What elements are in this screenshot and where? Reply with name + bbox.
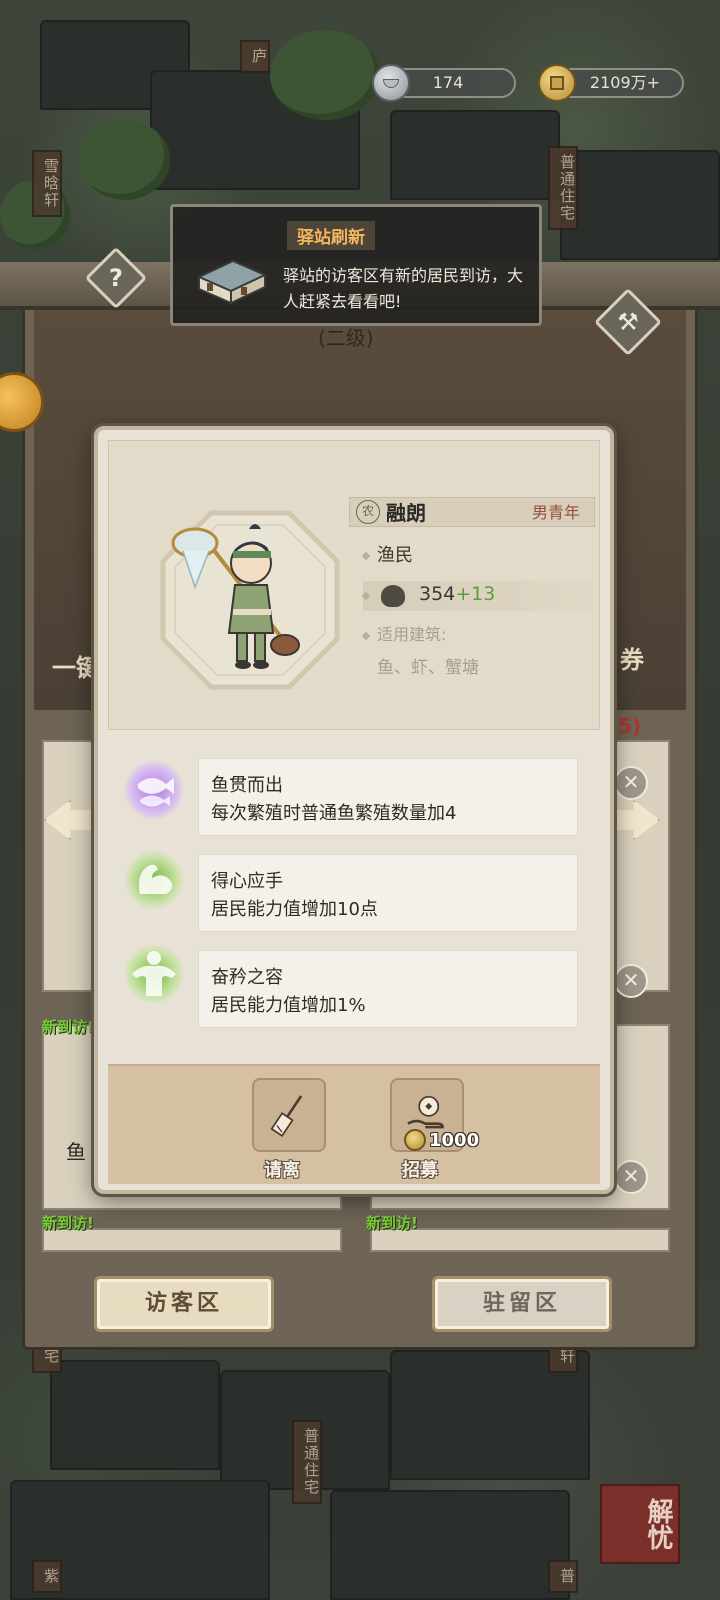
resident-info-panel: 农 融朗 男青年 渔民 354+13 适用建筑: 鱼、虾、蟹塘: [108, 440, 600, 730]
new-visitor-tag: 新到访!: [366, 1214, 418, 1232]
new-visitor-tag: 新到访!: [42, 1214, 94, 1232]
recruit-cost: 1000: [404, 1128, 479, 1152]
resident-type: 男青年: [531, 503, 580, 522]
tab-visitor-area[interactable]: 访客区: [94, 1276, 274, 1332]
voucher-button-peek[interactable]: 券: [620, 640, 644, 675]
one-click-button-peek[interactable]: 一键: [52, 648, 100, 683]
map-sign[interactable]: 普通住宅: [548, 146, 578, 230]
resident-portrait: [160, 510, 340, 690]
map-building: [50, 1360, 220, 1470]
visitor-occupation-fragment: 鱼: [66, 1140, 86, 1164]
bullet-icon: [361, 551, 371, 561]
fish-icon: [124, 760, 184, 820]
question-icon: ?: [109, 264, 123, 292]
visitor-count-fragment: 5): [618, 714, 642, 738]
recruit-label: 招募: [402, 1160, 438, 1181]
map-tree: [270, 30, 380, 120]
notification-title: 驿站刷新: [287, 221, 375, 250]
map-sign[interactable]: 庐: [240, 40, 270, 73]
map-sign[interactable]: 普: [548, 1560, 578, 1593]
broom-icon: [270, 1095, 303, 1138]
skill-card[interactable]: 奋矜之容 居民能力值增加1%: [198, 950, 578, 1028]
skill-name: 奋矜之容: [211, 967, 283, 988]
skill-name: 得心应手: [211, 871, 283, 892]
resident-power-row: 354+13: [361, 581, 595, 611]
bullet-icon: [361, 591, 371, 601]
suitable-building-label: 适用建筑:: [361, 621, 447, 645]
station-level: (二级): [318, 326, 374, 350]
strength-icon: [381, 585, 405, 607]
body-muscle-icon: [124, 944, 184, 1004]
tab-stay-area[interactable]: 驻留区: [432, 1276, 612, 1332]
resident-detail-modal: 农 融朗 男青年 渔民 354+13 适用建筑: 鱼、虾、蟹塘 鱼贯而出 每次繁…: [94, 426, 614, 1194]
coin-counter[interactable]: 2109万+: [538, 64, 684, 102]
skill-description: 居民能力值增加10点: [211, 899, 378, 920]
resident-action-bar: 请离 1000 招募: [108, 1064, 600, 1184]
occupation-label: 渔民: [377, 545, 413, 566]
map-tree: [80, 120, 170, 200]
skill-name: 鱼贯而出: [211, 775, 283, 796]
silver-amount: 174: [432, 73, 464, 92]
copper-coin-icon: [404, 1129, 426, 1151]
resident-name-strip: 农 融朗 男青年: [349, 497, 595, 527]
power-base: 354: [419, 583, 456, 605]
skill-card[interactable]: 鱼贯而出 每次繁殖时普通鱼繁殖数量加4: [198, 758, 578, 836]
suitable-building-value: 鱼、虾、蟹塘: [377, 658, 479, 678]
new-visitor-tag: 新到访!: [42, 1018, 94, 1036]
dismiss-button[interactable]: [252, 1078, 326, 1152]
close-icon[interactable]: ✕: [614, 1160, 648, 1194]
relieve-worries-button[interactable]: 解忧: [600, 1484, 680, 1564]
power-bonus: +13: [455, 583, 496, 605]
map-building: [330, 1490, 570, 1600]
silver-counter[interactable]: 174: [372, 64, 516, 102]
coin-amount: 2109万+: [589, 73, 661, 92]
map-sign[interactable]: 普通住宅: [292, 1420, 322, 1504]
close-icon[interactable]: ✕: [614, 964, 648, 998]
map-building: [390, 110, 560, 200]
suitable-label-text: 适用建筑:: [377, 625, 447, 644]
skill-description: 每次繁殖时普通鱼繁殖数量加4: [211, 803, 457, 824]
arm-muscle-icon: [124, 850, 184, 910]
bullet-icon: [361, 631, 371, 640]
notification-message: 驿站的访客区有新的居民到访，大人赶紧去看看吧!: [283, 266, 524, 311]
notification-banner[interactable]: 驿站刷新 驿站的访客区有新的居民到访，大人赶紧去看看吧!: [170, 204, 542, 326]
resident-name: 融朗: [386, 501, 426, 525]
farmer-class-badge: 农: [356, 500, 380, 524]
close-icon[interactable]: ✕: [614, 766, 648, 800]
dismiss-label: 请离: [264, 1160, 300, 1181]
hammer-icon: ⚒: [617, 308, 639, 336]
map-sign[interactable]: 紫: [32, 1560, 62, 1593]
copper-coin-icon: [538, 64, 576, 102]
silver-ingot-icon: [372, 64, 410, 102]
map-building: [560, 150, 720, 260]
post-station-icon: [196, 259, 268, 305]
map-sign[interactable]: 雪晗轩: [32, 150, 62, 217]
skill-card[interactable]: 得心应手 居民能力值增加10点: [198, 854, 578, 932]
power-value: 354+13: [419, 583, 495, 605]
resident-occupation: 渔民: [361, 541, 413, 567]
skill-description: 居民能力值增加1%: [211, 995, 366, 1016]
recruit-cost-value: 1000: [429, 1129, 480, 1151]
